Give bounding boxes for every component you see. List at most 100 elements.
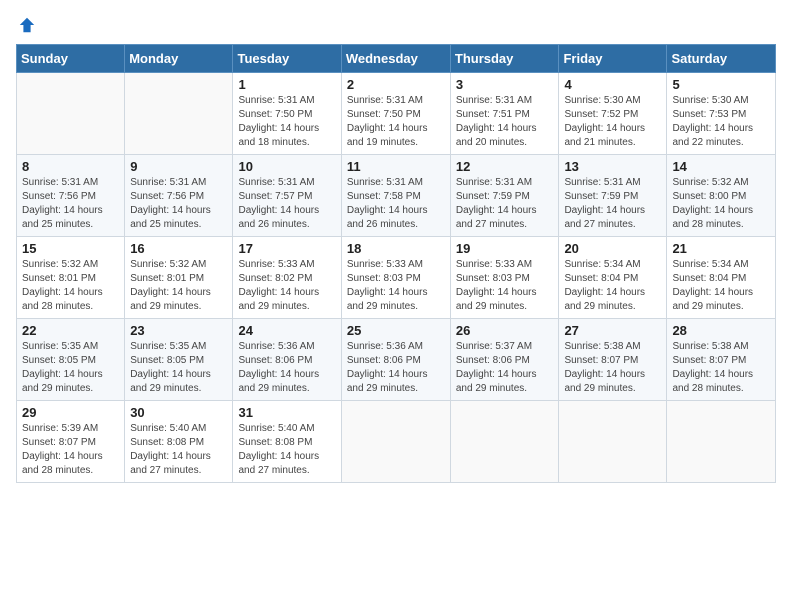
calendar-day-cell: 3 Sunrise: 5:31 AMSunset: 7:51 PMDaylight…: [450, 73, 559, 155]
day-info: Sunrise: 5:33 AMSunset: 8:02 PMDaylight:…: [238, 258, 335, 314]
day-number: 21: [672, 241, 770, 256]
calendar-week-row: 1 Sunrise: 5:31 AMSunset: 7:50 PMDaylight…: [17, 73, 776, 155]
calendar-day-cell: 9 Sunrise: 5:31 AMSunset: 7:56 PMDaylight…: [125, 155, 233, 237]
empty-cell: [341, 401, 450, 483]
day-number: 5: [672, 77, 770, 92]
day-number: 27: [564, 323, 661, 338]
calendar-day-cell: 13 Sunrise: 5:31 AMSunset: 7:59 PMDayligh…: [559, 155, 667, 237]
day-info: Sunrise: 5:37 AMSunset: 8:06 PMDaylight:…: [456, 340, 554, 396]
calendar-day-cell: 24 Sunrise: 5:36 AMSunset: 8:06 PMDayligh…: [233, 319, 341, 401]
logo: [16, 16, 36, 34]
day-info: Sunrise: 5:31 AMSunset: 7:59 PMDaylight:…: [456, 176, 554, 232]
day-number: 15: [22, 241, 119, 256]
day-info: Sunrise: 5:35 AMSunset: 8:05 PMDaylight:…: [22, 340, 119, 396]
day-info: Sunrise: 5:31 AMSunset: 7:58 PMDaylight:…: [347, 176, 445, 232]
day-info: Sunrise: 5:40 AMSunset: 8:08 PMDaylight:…: [238, 422, 335, 478]
day-number: 14: [672, 159, 770, 174]
day-info: Sunrise: 5:31 AMSunset: 7:59 PMDaylight:…: [564, 176, 661, 232]
day-number: 24: [238, 323, 335, 338]
calendar-day-cell: 15 Sunrise: 5:32 AMSunset: 8:01 PMDayligh…: [17, 237, 125, 319]
day-number: 23: [130, 323, 227, 338]
calendar-day-cell: 25 Sunrise: 5:36 AMSunset: 8:06 PMDayligh…: [341, 319, 450, 401]
day-number: 1: [238, 77, 335, 92]
calendar-header-row: SundayMondayTuesdayWednesdayThursdayFrid…: [17, 45, 776, 73]
calendar-day-cell: 1 Sunrise: 5:31 AMSunset: 7:50 PMDaylight…: [233, 73, 341, 155]
day-info: Sunrise: 5:32 AMSunset: 8:01 PMDaylight:…: [22, 258, 119, 314]
calendar-day-cell: 28 Sunrise: 5:38 AMSunset: 8:07 PMDayligh…: [667, 319, 776, 401]
day-number: 30: [130, 405, 227, 420]
calendar-day-cell: 22Sunrise: 5:35 AMSunset: 8:05 PMDayligh…: [17, 319, 125, 401]
day-number: 13: [564, 159, 661, 174]
empty-cell: [17, 73, 125, 155]
calendar-day-cell: 11 Sunrise: 5:31 AMSunset: 7:58 PMDayligh…: [341, 155, 450, 237]
empty-cell: [125, 73, 233, 155]
logo-icon: [18, 16, 36, 34]
col-header-monday: Monday: [125, 45, 233, 73]
calendar-day-cell: 23 Sunrise: 5:35 AMSunset: 8:05 PMDayligh…: [125, 319, 233, 401]
day-number: 12: [456, 159, 554, 174]
day-info: Sunrise: 5:30 AMSunset: 7:52 PMDaylight:…: [564, 94, 661, 150]
day-info: Sunrise: 5:31 AMSunset: 7:56 PMDaylight:…: [22, 176, 119, 232]
day-number: 11: [347, 159, 445, 174]
calendar-week-row: 15 Sunrise: 5:32 AMSunset: 8:01 PMDayligh…: [17, 237, 776, 319]
day-number: 25: [347, 323, 445, 338]
col-header-thursday: Thursday: [450, 45, 559, 73]
day-info: Sunrise: 5:31 AMSunset: 7:50 PMDaylight:…: [347, 94, 445, 150]
day-info: Sunrise: 5:38 AMSunset: 8:07 PMDaylight:…: [564, 340, 661, 396]
day-number: 3: [456, 77, 554, 92]
day-number: 2: [347, 77, 445, 92]
day-info: Sunrise: 5:35 AMSunset: 8:05 PMDaylight:…: [130, 340, 227, 396]
day-number: 10: [238, 159, 335, 174]
day-number: 4: [564, 77, 661, 92]
day-number: 29: [22, 405, 119, 420]
day-info: Sunrise: 5:39 AMSunset: 8:07 PMDaylight:…: [22, 422, 119, 478]
empty-cell: [559, 401, 667, 483]
calendar-day-cell: 30 Sunrise: 5:40 AMSunset: 8:08 PMDayligh…: [125, 401, 233, 483]
calendar-week-row: 29 Sunrise: 5:39 AMSunset: 8:07 PMDayligh…: [17, 401, 776, 483]
col-header-saturday: Saturday: [667, 45, 776, 73]
day-info: Sunrise: 5:36 AMSunset: 8:06 PMDaylight:…: [347, 340, 445, 396]
calendar-day-cell: 29 Sunrise: 5:39 AMSunset: 8:07 PMDayligh…: [17, 401, 125, 483]
empty-cell: [667, 401, 776, 483]
calendar-day-cell: 8 Sunrise: 5:31 AMSunset: 7:56 PMDaylight…: [17, 155, 125, 237]
col-header-friday: Friday: [559, 45, 667, 73]
day-number: 31: [238, 405, 335, 420]
day-info: Sunrise: 5:30 AMSunset: 7:53 PMDaylight:…: [672, 94, 770, 150]
calendar: SundayMondayTuesdayWednesdayThursdayFrid…: [16, 44, 776, 483]
calendar-day-cell: 12 Sunrise: 5:31 AMSunset: 7:59 PMDayligh…: [450, 155, 559, 237]
day-info: Sunrise: 5:33 AMSunset: 8:03 PMDaylight:…: [347, 258, 445, 314]
day-number: 20: [564, 241, 661, 256]
day-number: 26: [456, 323, 554, 338]
day-info: Sunrise: 5:31 AMSunset: 7:56 PMDaylight:…: [130, 176, 227, 232]
day-info: Sunrise: 5:38 AMSunset: 8:07 PMDaylight:…: [672, 340, 770, 396]
calendar-day-cell: 27 Sunrise: 5:38 AMSunset: 8:07 PMDayligh…: [559, 319, 667, 401]
calendar-day-cell: 18Sunrise: 5:33 AMSunset: 8:03 PMDayligh…: [341, 237, 450, 319]
header: [16, 16, 776, 34]
day-number: 17: [238, 241, 335, 256]
calendar-day-cell: 31 Sunrise: 5:40 AMSunset: 8:08 PMDayligh…: [233, 401, 341, 483]
day-number: 28: [672, 323, 770, 338]
day-info: Sunrise: 5:36 AMSunset: 8:06 PMDaylight:…: [238, 340, 335, 396]
calendar-day-cell: 26 Sunrise: 5:37 AMSunset: 8:06 PMDayligh…: [450, 319, 559, 401]
calendar-week-row: 8 Sunrise: 5:31 AMSunset: 7:56 PMDaylight…: [17, 155, 776, 237]
calendar-day-cell: 16Sunrise: 5:32 AMSunset: 8:01 PMDayligh…: [125, 237, 233, 319]
day-info: Sunrise: 5:34 AMSunset: 8:04 PMDaylight:…: [564, 258, 661, 314]
day-number: 16: [130, 241, 227, 256]
calendar-day-cell: 2 Sunrise: 5:31 AMSunset: 7:50 PMDaylight…: [341, 73, 450, 155]
calendar-day-cell: 4 Sunrise: 5:30 AMSunset: 7:52 PMDaylight…: [559, 73, 667, 155]
day-number: 8: [22, 159, 119, 174]
day-info: Sunrise: 5:40 AMSunset: 8:08 PMDaylight:…: [130, 422, 227, 478]
calendar-day-cell: 19Sunrise: 5:33 AMSunset: 8:03 PMDayligh…: [450, 237, 559, 319]
day-info: Sunrise: 5:34 AMSunset: 8:04 PMDaylight:…: [672, 258, 770, 314]
calendar-day-cell: 20 Sunrise: 5:34 AMSunset: 8:04 PMDayligh…: [559, 237, 667, 319]
col-header-tuesday: Tuesday: [233, 45, 341, 73]
day-info: Sunrise: 5:31 AMSunset: 7:57 PMDaylight:…: [238, 176, 335, 232]
calendar-day-cell: 10 Sunrise: 5:31 AMSunset: 7:57 PMDayligh…: [233, 155, 341, 237]
day-info: Sunrise: 5:32 AMSunset: 8:00 PMDaylight:…: [672, 176, 770, 232]
day-info: Sunrise: 5:31 AMSunset: 7:50 PMDaylight:…: [238, 94, 335, 150]
day-info: Sunrise: 5:33 AMSunset: 8:03 PMDaylight:…: [456, 258, 554, 314]
day-number: 9: [130, 159, 227, 174]
day-info: Sunrise: 5:31 AMSunset: 7:51 PMDaylight:…: [456, 94, 554, 150]
calendar-day-cell: 14 Sunrise: 5:32 AMSunset: 8:00 PMDayligh…: [667, 155, 776, 237]
calendar-day-cell: 21 Sunrise: 5:34 AMSunset: 8:04 PMDayligh…: [667, 237, 776, 319]
